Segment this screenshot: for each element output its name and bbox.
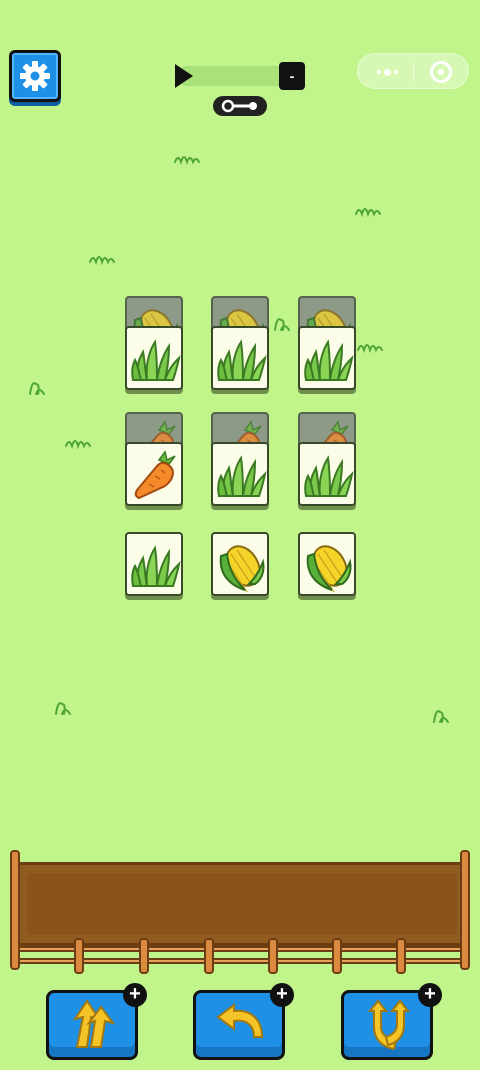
fence-post bbox=[332, 938, 342, 974]
shuffle-tool-button[interactable]: + bbox=[341, 983, 442, 1060]
shuffle-arrows-icon bbox=[367, 999, 411, 1051]
fence-post bbox=[268, 938, 278, 974]
corn-icon bbox=[305, 540, 354, 592]
tile-carrot[interactable] bbox=[125, 442, 183, 506]
tile-grass[interactable] bbox=[298, 326, 356, 390]
undo-tool-button[interactable]: + bbox=[193, 983, 294, 1060]
grass-icon bbox=[131, 341, 180, 381]
fence-post bbox=[74, 938, 84, 974]
fence-post bbox=[460, 850, 470, 970]
grass-icon bbox=[217, 341, 266, 381]
grass-icon bbox=[217, 457, 266, 497]
add-badge[interactable]: + bbox=[418, 983, 442, 1007]
fence-post bbox=[139, 938, 149, 974]
corn-icon bbox=[218, 540, 267, 592]
grass-icon bbox=[304, 457, 353, 497]
tile-corn[interactable] bbox=[211, 532, 269, 596]
remove-tool-button[interactable]: + bbox=[46, 983, 147, 1060]
fence-post bbox=[10, 850, 20, 970]
grass-icon bbox=[304, 341, 353, 381]
tray-slots bbox=[27, 873, 457, 935]
tile-grass[interactable] bbox=[211, 326, 269, 390]
tile-grass[interactable] bbox=[125, 326, 183, 390]
pull-out-icon bbox=[72, 999, 116, 1048]
add-badge[interactable]: + bbox=[123, 983, 147, 1007]
collection-tray bbox=[16, 862, 468, 946]
tile-grass[interactable] bbox=[211, 442, 269, 506]
carrot-icon bbox=[134, 451, 176, 499]
tile-grass[interactable] bbox=[298, 442, 356, 506]
fence-post bbox=[396, 938, 406, 974]
grass-icon bbox=[131, 547, 180, 587]
fence-post bbox=[204, 938, 214, 974]
tile-grass[interactable] bbox=[125, 532, 183, 596]
add-badge[interactable]: + bbox=[270, 983, 294, 1007]
tile-corn[interactable] bbox=[298, 532, 356, 596]
undo-arrow-icon bbox=[216, 1003, 264, 1038]
